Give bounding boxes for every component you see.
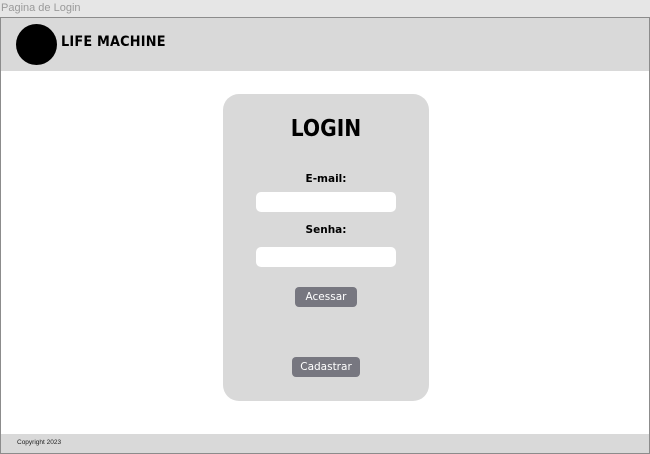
header-bar: LIFE MACHINE [1,18,649,71]
brand-name: LIFE MACHINE [61,34,166,50]
login-card: LOGIN E-mail: Senha: Acessar Cadastrar [223,94,429,401]
email-field[interactable] [256,192,396,212]
password-field[interactable] [256,247,396,267]
window-title: Pagina de Login [0,0,650,17]
login-title: LOGIN [290,116,362,142]
acessar-button[interactable]: Acessar [295,287,357,307]
page-frame: LIFE MACHINE LOGIN E-mail: Senha: Acessa… [0,17,650,454]
footer-bar: Copyright 2023 [1,434,649,453]
password-label: Senha: [305,224,347,236]
cadastrar-button[interactable]: Cadastrar [292,357,360,377]
logo-circle-icon [16,24,57,65]
email-label: E-mail: [305,173,347,185]
copyright-text: Copyright 2023 [17,439,62,446]
